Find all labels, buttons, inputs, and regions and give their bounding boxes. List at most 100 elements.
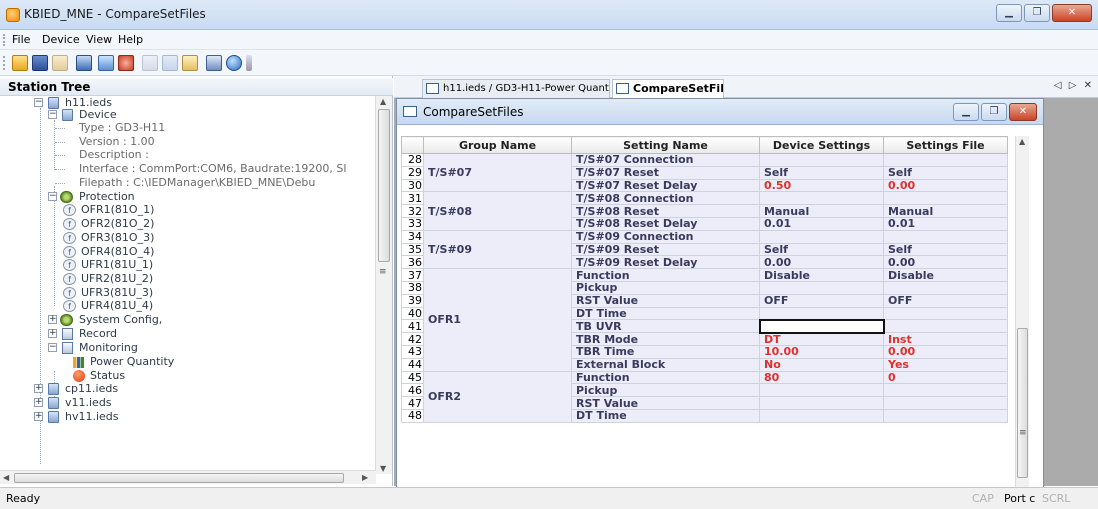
scroll-left-icon[interactable]: ◀ <box>3 473 9 482</box>
minimize-button[interactable]: ▁ <box>996 4 1022 22</box>
group-name-cell[interactable]: T/S#09 <box>423 229 572 270</box>
settings-file-cell[interactable]: 0.00 <box>883 344 1008 359</box>
device-settings-cell[interactable] <box>759 383 884 398</box>
setting-name-cell[interactable]: T/S#08 Reset <box>571 204 760 218</box>
device-settings-cell[interactable]: Manual <box>759 204 884 218</box>
setting-name-cell[interactable]: T/S#09 Connection <box>571 229 760 244</box>
scroll-thumb[interactable] <box>378 109 390 262</box>
scroll-down-icon[interactable]: ▼ <box>380 464 386 473</box>
menu-file[interactable]: File <box>12 33 30 46</box>
scroll-up-icon[interactable]: ▲ <box>380 97 386 106</box>
setting-name-cell[interactable]: Pickup <box>571 383 760 398</box>
settings-file-cell[interactable] <box>883 306 1008 321</box>
setting-name-cell[interactable]: T/S#07 Reset Delay <box>571 178 760 193</box>
device-settings-cell[interactable] <box>759 306 884 321</box>
tree-node-type[interactable]: Type : GD3-H11 <box>79 121 165 135</box>
grid-scroll-thumb[interactable] <box>1017 328 1028 478</box>
tree-node-description[interactable]: Description : <box>79 148 149 162</box>
tab-power-quantity[interactable]: h11.ieds / GD3-H11-Power Quantity <box>422 79 610 98</box>
device-settings-cell[interactable] <box>759 280 884 295</box>
settings-file-cell[interactable] <box>883 280 1008 295</box>
device-settings-cell[interactable]: 80 <box>759 370 884 385</box>
setting-name-cell[interactable]: RST Value <box>571 396 760 410</box>
table-row[interactable]: 45 OFR2 Function 80 0 <box>401 370 1008 423</box>
grid-scroll-up-icon[interactable]: ▲ <box>1019 137 1025 146</box>
device-settings-cell[interactable] <box>759 396 884 410</box>
tree-node-ufr4[interactable]: f UFR4(81U_4) <box>63 299 213 313</box>
hscroll-thumb[interactable] <box>14 473 344 483</box>
setting-name-cell[interactable]: TBR Mode <box>571 332 760 346</box>
tree-node-ufr3[interactable]: f UFR3(81U_3) <box>63 286 213 300</box>
setting-name-cell[interactable]: DT Time <box>571 408 760 423</box>
setting-name-cell[interactable]: T/S#08 Reset Delay <box>571 216 760 231</box>
setting-name-cell[interactable]: Function <box>571 268 760 282</box>
tree-node-protection[interactable]: − Protection <box>48 190 248 204</box>
group-name-cell[interactable]: OFR1 <box>423 268 572 372</box>
device-settings-cell[interactable] <box>759 153 884 167</box>
group-name-cell[interactable]: T/S#08 <box>423 191 572 231</box>
child-restore-button[interactable]: ❐ <box>981 103 1007 121</box>
table-row[interactable]: 34 T/S#09 T/S#09 Connection <box>401 229 1008 270</box>
settings-file-cell[interactable] <box>883 383 1008 398</box>
tree-node-ufr1[interactable]: f UFR1(81U_1) <box>63 258 213 272</box>
device-settings-cell[interactable]: 10.00 <box>759 344 884 359</box>
settings-grid[interactable]: Group Name Setting Name Device Settings … <box>401 136 1026 489</box>
tree-node-record[interactable]: + Record <box>48 327 248 341</box>
tab-navigation-icons[interactable]: ◁ ▷ ✕ <box>1054 80 1094 91</box>
table-row[interactable]: 28 T/S#07 T/S#07 Connection <box>401 152 1008 193</box>
close-button[interactable]: ✕ <box>1052 4 1092 22</box>
col-header-setting-name[interactable]: Setting Name <box>571 136 760 154</box>
settings-file-cell[interactable]: 0 <box>883 370 1008 385</box>
settings-file-cell[interactable] <box>883 153 1008 167</box>
tree-node-interface[interactable]: Interface : CommPort:COM6, Baudrate:1920… <box>79 162 373 176</box>
settings-file-cell[interactable]: Self <box>883 242 1008 257</box>
setting-name-cell[interactable]: T/S#08 Connection <box>571 191 760 206</box>
tree-icon[interactable] <box>76 55 92 71</box>
tree-node-ofr1[interactable]: f OFR1(81O_1) <box>63 203 213 217</box>
setting-name-cell[interactable]: T/S#09 Reset Delay <box>571 255 760 270</box>
tree-node-ofr2[interactable]: f OFR2(81O_2) <box>63 217 213 231</box>
device-settings-cell[interactable] <box>758 318 885 334</box>
tree-node-ofr3[interactable]: f OFR3(81O_3) <box>63 231 213 245</box>
device-settings-cell[interactable]: OFF <box>759 293 884 308</box>
tree-node-ufr2[interactable]: f UFR2(81U_2) <box>63 272 213 286</box>
setting-name-cell[interactable]: Function <box>571 370 760 385</box>
tree-node-cp11[interactable]: + cp11.ieds <box>34 382 234 396</box>
settings-file-cell[interactable]: Self <box>883 165 1008 180</box>
child-close-button[interactable]: ✕ <box>1009 103 1037 121</box>
tree-node-ofr4[interactable]: f OFR4(81O_4) <box>63 245 213 259</box>
settings-file-cell[interactable]: Disable <box>883 268 1008 282</box>
setting-name-cell[interactable]: T/S#09 Reset <box>571 242 760 257</box>
compare-icon[interactable] <box>142 55 158 71</box>
window-icon[interactable] <box>162 55 178 71</box>
settings-file-cell[interactable]: 0.01 <box>883 216 1008 231</box>
tree-horizontal-scrollbar[interactable]: ◀ ▶ <box>0 470 376 484</box>
receive-icon[interactable] <box>118 55 134 71</box>
tree-node-v11[interactable]: + v11.ieds <box>34 396 234 410</box>
device-settings-cell[interactable] <box>759 191 884 206</box>
device-settings-cell[interactable]: Self <box>759 165 884 180</box>
device-settings-cell[interactable]: Disable <box>759 268 884 282</box>
setting-name-cell[interactable]: External Block <box>571 357 760 372</box>
setting-name-cell[interactable]: T/S#07 Connection <box>571 153 760 167</box>
menu-view[interactable]: View <box>86 33 112 46</box>
device-settings-cell[interactable] <box>759 408 884 423</box>
scroll-right-icon[interactable]: ▶ <box>362 473 368 482</box>
group-name-cell[interactable]: OFR2 <box>423 370 572 423</box>
device-settings-cell[interactable] <box>759 229 884 244</box>
tree-node-device[interactable]: − Device <box>48 108 373 122</box>
setting-name-cell[interactable]: RST Value <box>571 293 760 308</box>
setting-name-cell[interactable]: T/S#07 Reset <box>571 165 760 180</box>
tree-node-system-config[interactable]: + System Config, <box>48 313 248 327</box>
settings-file-cell[interactable]: Manual <box>883 204 1008 218</box>
tree-node-status[interactable]: Status <box>63 369 263 383</box>
settings-file-cell[interactable] <box>883 408 1008 423</box>
tree-node-monitoring[interactable]: − Monitoring <box>48 341 248 355</box>
settings-file-cell[interactable]: 0.00 <box>883 178 1008 193</box>
setting-name-cell[interactable]: TBR Time <box>571 344 760 359</box>
station-tree[interactable]: − h11.ieds − Device Type : GD3-H11 Versi… <box>0 96 373 474</box>
setting-name-cell[interactable]: Pickup <box>571 280 760 295</box>
device-settings-cell[interactable]: No <box>759 357 884 372</box>
child-minimize-button[interactable]: ▁ <box>953 103 979 121</box>
tree-node-hv11[interactable]: + hv11.ieds <box>34 410 234 424</box>
